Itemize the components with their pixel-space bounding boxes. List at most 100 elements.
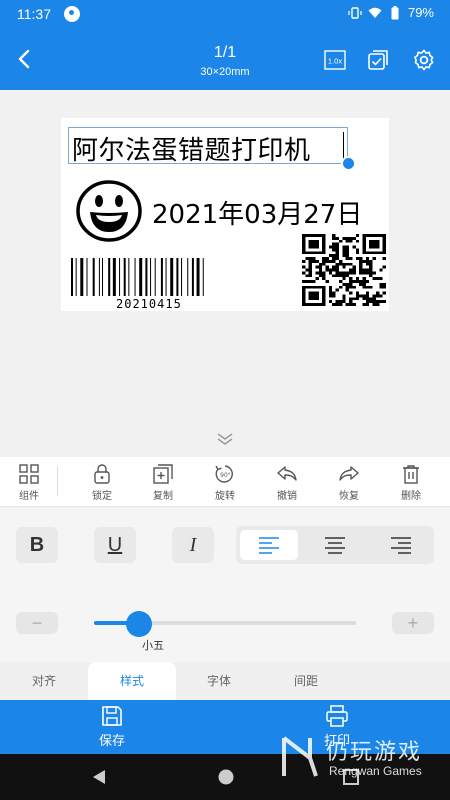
tool-lock[interactable]: 锁定 [80,463,124,502]
qr-module [312,291,316,295]
qr-module [328,285,333,289]
qr-module [379,234,383,237]
qr-module [305,303,309,306]
qr-module [365,303,370,306]
qr-module [352,285,356,289]
qr-module [345,245,350,249]
tool-rotate[interactable]: 90° 旋转 [203,463,247,502]
barcode-bar [108,258,111,296]
qr-module [338,303,343,306]
qr-module [362,259,366,263]
qr-module [352,236,356,240]
qr-module [369,268,373,272]
qr-module [338,239,343,243]
tab-spacing[interactable]: 间距 [262,662,350,700]
tab-font[interactable]: 字体 [175,662,263,700]
qr-module [335,300,339,304]
qr-module [322,259,326,263]
qr-module [308,259,313,263]
qr-module [365,294,370,298]
qr-module [328,294,333,298]
qr-module [332,254,336,258]
smiley-face-icon[interactable] [76,180,142,242]
qr-module [322,303,326,306]
qr-module [338,271,343,275]
qr-module [305,268,309,272]
save-button[interactable]: 保存 [77,704,147,749]
qr-module [372,234,376,237]
qr-module [318,271,323,275]
align-right-button[interactable] [372,530,430,560]
barcode-bar [139,258,143,296]
zoom-scale-icon[interactable]: 1.0x [323,48,347,72]
qr-module [338,259,343,263]
qr-module [379,277,383,281]
qr-module [362,294,366,298]
align-left-button[interactable] [240,530,298,560]
qr-code[interactable] [302,234,386,306]
qr-module [312,239,316,243]
multi-select-icon[interactable] [366,48,390,72]
qr-module [308,257,313,260]
qr-module [322,248,326,252]
qr-module [308,245,313,249]
italic-button[interactable]: I [172,527,214,563]
label-title-text[interactable]: 阿尔法蛋错题打印机 [72,130,311,167]
qr-module [312,294,316,298]
qr-module [355,294,360,298]
barcode-bar [119,258,121,296]
tab-style[interactable]: 样式 [88,662,176,700]
tool-redo[interactable]: 恢复 [327,463,371,502]
underline-button[interactable]: U [94,527,136,563]
qr-module [369,300,373,304]
qr-module [349,282,353,286]
qr-module [349,268,353,272]
align-right-icon [391,537,411,554]
qr-module [382,239,386,243]
tool-copy[interactable]: 复制 [141,463,185,502]
qr-module [345,257,350,260]
qr-module [362,248,366,252]
chevron-down-icon[interactable] [213,432,237,446]
tool-undo[interactable]: 撤销 [265,463,309,502]
qr-module [345,254,350,258]
qr-module [338,274,343,278]
tool-label: 组件 [19,491,39,502]
qr-module [382,265,386,269]
resize-handle[interactable] [341,156,356,171]
barcode-bar [187,258,189,296]
qr-module [362,239,366,243]
font-size-slider-knob[interactable] [125,611,152,637]
qr-module [302,303,306,306]
qr-module [345,303,350,306]
qr-module [308,291,313,295]
qr-module [345,251,350,255]
qr-module [372,300,376,304]
qr-module [382,234,386,237]
qr-module [349,285,353,289]
label-date-text[interactable]: 2021年03月27日 [152,194,362,231]
settings-gear-icon[interactable] [412,48,436,72]
bold-button[interactable]: B [16,527,58,563]
qr-module [328,259,333,263]
font-size-increase-button[interactable]: + [392,612,434,634]
qr-module [352,245,356,249]
qr-module [315,234,319,237]
lock-icon [94,464,110,484]
nav-home-icon[interactable] [216,767,236,787]
barcode[interactable] [71,258,251,300]
qr-module [369,271,373,275]
tab-align[interactable]: 对齐 [0,662,88,700]
qr-module [302,294,306,298]
qr-module [349,262,353,266]
qr-module [355,251,360,255]
qr-module [372,251,376,255]
qr-module [372,294,376,298]
nav-back-icon[interactable] [90,768,108,786]
qr-module [345,248,350,252]
tool-delete[interactable]: 删除 [389,463,433,502]
qr-module [382,291,386,295]
tool-components[interactable]: 组件 [7,463,51,502]
font-size-decrease-button[interactable]: − [16,612,58,634]
align-center-button[interactable] [306,530,364,560]
